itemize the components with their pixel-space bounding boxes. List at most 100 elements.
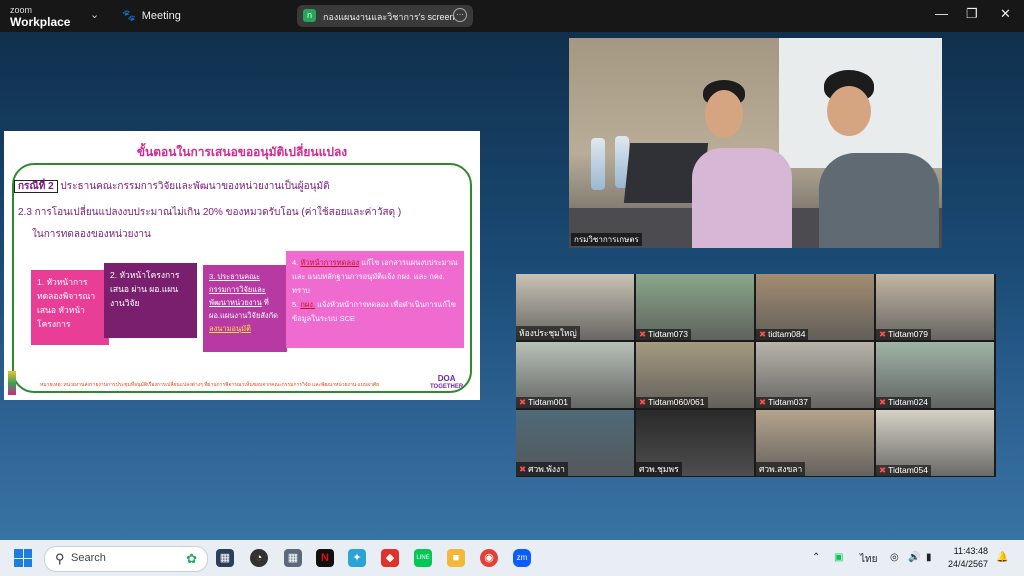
battery-icon[interactable]: ▮ [926, 552, 932, 563]
notification-bell-icon[interactable]: 🔔 [996, 552, 1008, 563]
line-tray-icon[interactable]: ▣ [834, 552, 843, 563]
second-person [819, 68, 939, 248]
task-view-icon[interactable]: ▦ [216, 549, 234, 567]
mic-muted-icon: ✖ [639, 329, 647, 339]
netflix-icon[interactable]: N [316, 549, 334, 567]
mic-muted-icon: ✖ [759, 397, 767, 407]
participant-name: ศวพ.พังงา [528, 464, 565, 474]
folder-icon[interactable]: ■ [447, 549, 465, 567]
minimize-icon[interactable]: — [935, 6, 948, 21]
shared-slide: ขั้นตอนในการเสนอขออนุมัติเปลี่ยนแปลง กรณ… [4, 131, 480, 400]
calculator-icon[interactable]: ▦ [284, 549, 302, 567]
clause-2-3-cont: ในการทดลองของหน่วยงาน [32, 229, 151, 240]
participant-name-label: ✖ Tidtam024 [876, 397, 931, 408]
step-4-5-box: 4. หัวหน้าการทดลอง แก้ไข เอกสารแผนงบประม… [286, 251, 464, 348]
active-speaker-video[interactable]: กรมวิชาการเกษตร [569, 38, 942, 248]
zoom-workplace-logo: zoom Workplace [10, 5, 71, 29]
zoom-taskbar-icon[interactable]: zm [513, 549, 531, 567]
paw-icon: 🐾 [122, 10, 136, 22]
chevron-down-icon[interactable]: ⌄ [90, 8, 99, 21]
participant-name-label: ศวพ.ชุมพร [636, 462, 682, 476]
windows-start-icon[interactable] [14, 549, 32, 567]
mic-muted-icon: ✖ [879, 465, 887, 475]
participant-name-label: ✖ tidtam084 [756, 329, 809, 340]
search-placeholder: Search [71, 552, 106, 564]
more-options-icon[interactable]: ⋯ [453, 8, 467, 22]
mic-muted-icon: ✖ [879, 397, 887, 407]
step-1-box: 1. หัวหน้าการทดลองพิจารณาเสนอ หัวหน้าโคร… [31, 270, 109, 345]
mic-muted-icon: ✖ [639, 397, 647, 407]
puzzle-icon[interactable]: ✦ [348, 549, 366, 567]
participant-name: ศวพ.สงขลา [759, 464, 803, 474]
slide-decor-stripe [8, 371, 16, 395]
clock-time: 11:43:48 [953, 546, 989, 556]
participant-tile[interactable]: ✖ Tidtam060/061 [636, 342, 754, 408]
slide-footnote: หมายเหตุ: หน่วยงานส่งรายงานการประชุมที่อ… [40, 382, 380, 388]
step-5-emphasis: กผง. [300, 300, 316, 309]
participant-tile[interactable]: ✖ Tidtam079 [876, 274, 994, 340]
video-name-label: กรมวิชาการเกษตร [571, 233, 642, 246]
water-bottle [591, 138, 605, 190]
volume-icon[interactable]: 🔊 [908, 552, 920, 563]
chevron-up-icon[interactable]: ⌃ [812, 552, 820, 563]
participant-name-label: ✖ Tidtam037 [756, 397, 811, 408]
participant-tile[interactable]: ✖ Tidtam037 [756, 342, 874, 408]
close-icon[interactable]: ✕ [1000, 6, 1011, 22]
meeting-menu[interactable]: 🐾 Meeting [122, 9, 181, 22]
slide-title: ขั้นตอนในการเสนอขออนุมัติเปลี่ยนแปลง [136, 145, 348, 159]
speedometer-icon[interactable]: ◔ [250, 549, 268, 567]
screen-share-indicator[interactable]: ก กองแผนงานและวิชาการ's screen ⋯ [297, 5, 473, 27]
participant-name: ศวพ.ชุมพร [639, 464, 679, 474]
participant-name: Tidtam001 [528, 397, 568, 407]
step-3-box: 3. ประธานคณะกรรมการวิจัยและพัฒนาหน่วยงาน… [203, 265, 287, 352]
participant-tile[interactable]: ✖ Tidtam054 [876, 410, 994, 476]
participant-name: Tidtam073 [648, 329, 688, 339]
doa-together-logo: DOA TOGETHER [430, 374, 464, 391]
participant-name-label: ✖ Tidtam054 [876, 465, 931, 476]
participant-tile[interactable]: ✖ tidtam084 [756, 274, 874, 340]
participant-gallery: ห้องประชุมใหญ่ ✖ Tidtam073 ✖ tidtam084 ✖ Tidta… [516, 274, 996, 477]
step-5: 5. กผง. แจ้งหัวหน้าการทดลอง เพื่อดำเนินก… [292, 300, 456, 323]
clause-2-3: 2.3 การโอนเปลี่ยนแปลงงบประมาณไม่เกิน 20%… [18, 207, 402, 218]
participant-name-label: ✖ Tidtam060/061 [636, 397, 708, 408]
sharer-avatar: ก [303, 9, 316, 22]
participant-tile[interactable]: ศวพ.สงขลา [756, 410, 874, 476]
system-clock[interactable]: 11:43:48 24/4/2567 [948, 545, 988, 571]
participant-tile[interactable]: ศวพ.ชุมพร [636, 410, 754, 476]
step-3-text-a: 3. ประธานคณะกรรมการวิจัยและพัฒนาหน่วยงาน [209, 272, 266, 307]
speaker-person [692, 78, 792, 248]
step-4-emphasis: หัวหน้าการทดลอง [300, 258, 360, 267]
participant-name-label: ✖ ศวพ.พังงา [516, 462, 568, 476]
case-text: ประธานคณะกรรมการวิจัยและพัฒนาของหน่วยงาน… [60, 181, 330, 192]
meeting-label: Meeting [141, 10, 181, 22]
line-icon[interactable]: LINE [414, 549, 432, 567]
participant-tile[interactable]: ✖ Tidtam001 [516, 342, 634, 408]
windows-taskbar: ⚲ Search ✿ ▦ ◔ ▦ N ✦ ◆ LINE ■ ◉ zm ⌃ ▣ ไ… [0, 540, 1024, 576]
participant-name: Tidtam060/061 [648, 397, 705, 407]
mic-muted-icon: ✖ [519, 397, 527, 407]
participant-tile[interactable]: ✖ Tidtam024 [876, 342, 994, 408]
participant-name: tidtam084 [768, 329, 806, 339]
mic-muted-icon: ✖ [879, 329, 887, 339]
chrome-icon[interactable]: ◉ [480, 549, 498, 567]
network-icon[interactable]: ◎ [890, 552, 899, 563]
participant-name: ห้องประชุมใหญ่ [519, 328, 577, 338]
participant-name: Tidtam024 [888, 397, 928, 407]
step-2-box: 2. หัวหน้าโครงการเสนอ ผ่าน ผอ.แผนงานวิจั… [104, 263, 197, 338]
participant-tile[interactable]: ✖ ศวพ.พังงา [516, 410, 634, 476]
mic-muted-icon: ✖ [759, 329, 767, 339]
language-indicator[interactable]: ไทย [860, 552, 877, 567]
anydesk-icon[interactable]: ◆ [381, 549, 399, 567]
participant-name-label: ห้องประชุมใหญ่ [516, 326, 580, 340]
restore-icon[interactable]: ❐ [966, 6, 978, 22]
participant-name-label: ✖ Tidtam079 [876, 329, 931, 340]
share-owner-text: กองแผนงานและวิชาการ's screen [323, 12, 455, 22]
step-4: 4. หัวหน้าการทดลอง แก้ไข เอกสารแผนงบประม… [292, 258, 458, 295]
step-3-text-c: ลงนามอนุมัติ [209, 324, 251, 333]
case-label: กรณีที่ 2 [14, 180, 58, 193]
clock-date: 24/4/2567 [948, 559, 989, 569]
participant-tile[interactable]: ✖ Tidtam073 [636, 274, 754, 340]
participant-name-label: ศวพ.สงขลา [756, 462, 806, 476]
taskbar-search[interactable]: ⚲ Search ✿ [44, 546, 208, 572]
participant-tile[interactable]: ห้องประชุมใหญ่ [516, 274, 634, 340]
